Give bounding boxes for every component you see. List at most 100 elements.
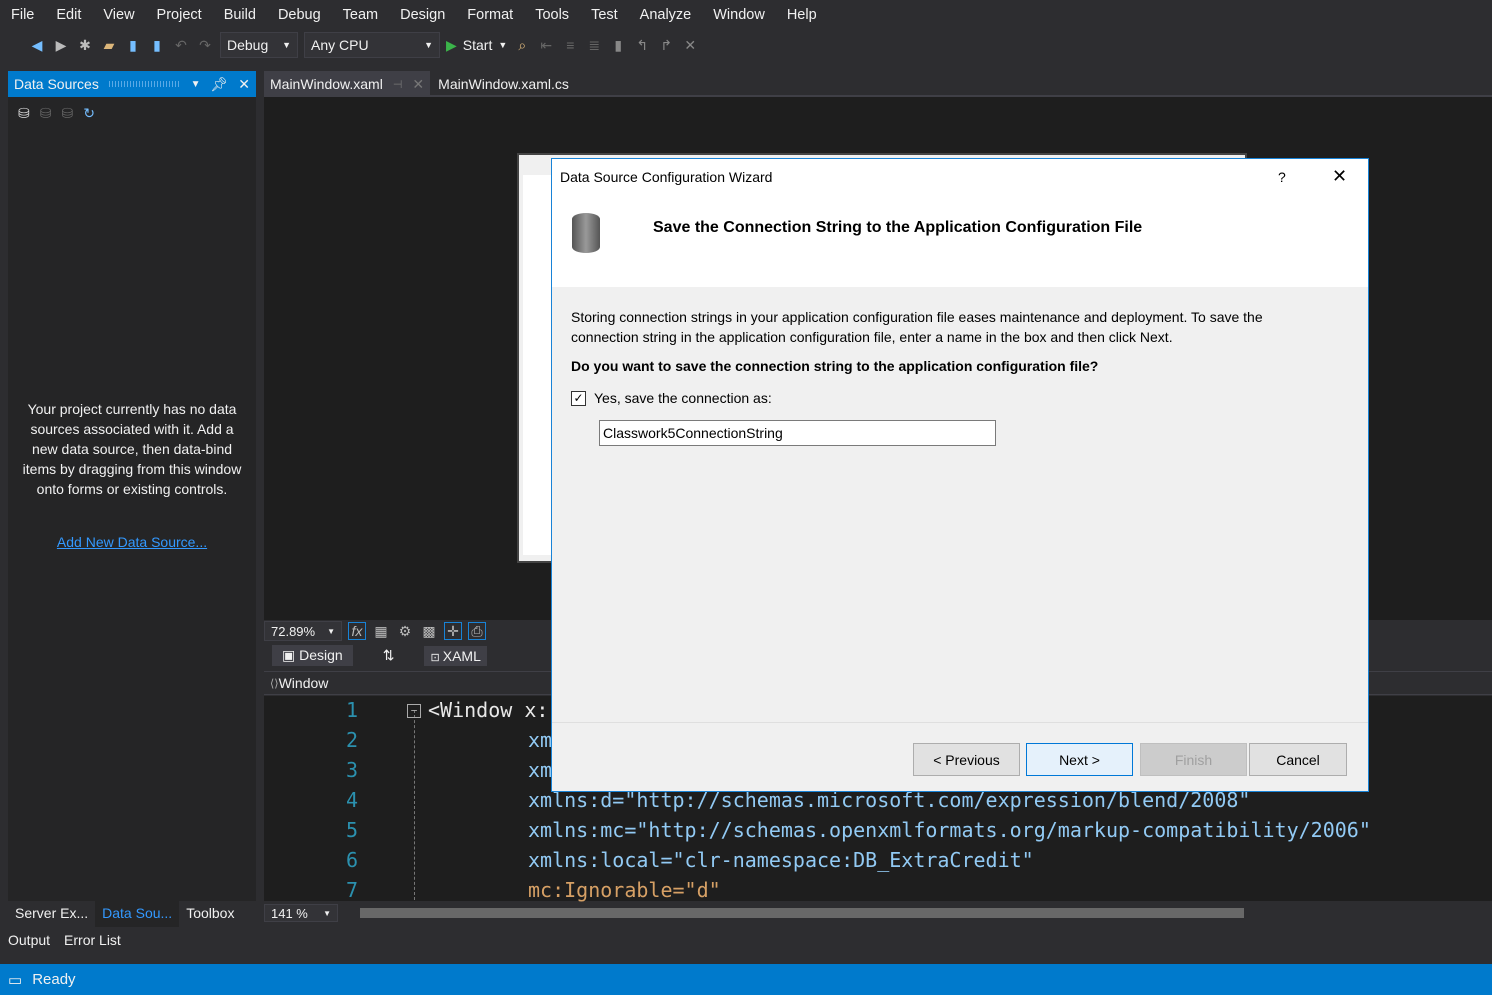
menu-tools[interactable]: Tools [524, 7, 580, 23]
tab-server-explorer[interactable]: Server Ex... [8, 901, 95, 927]
menu-team[interactable]: Team [332, 7, 389, 23]
tab-data-sources[interactable]: Data Sou... [95, 901, 180, 927]
redo-icon[interactable]: ↷ [196, 36, 214, 54]
menu-edit[interactable]: Edit [45, 7, 92, 23]
configure-icon[interactable]: ⛁ [61, 105, 73, 122]
empty-message: Your project currently has no data sourc… [22, 401, 242, 497]
menu-project[interactable]: Project [146, 7, 213, 23]
finish-button: Finish [1140, 743, 1247, 776]
config-dropdown[interactable]: Debug ▼ [220, 32, 298, 58]
prev-bookmark-icon[interactable]: ↰ [633, 36, 651, 54]
menu-test[interactable]: Test [580, 7, 629, 23]
data-sources-panel: Data Sources ▼ 📌︎ ✕ ⛁ ⛁ ⛁ ↻ Your project… [8, 71, 256, 901]
fx-icon[interactable]: fx [348, 622, 366, 640]
comment-icon[interactable]: ≣ [585, 36, 603, 54]
swap-panes-icon[interactable]: ⇅ [383, 647, 395, 664]
view-tabs: ▣ Design ⇅ ⊡ XAML [272, 645, 487, 666]
edit-dataset-icon[interactable]: ⛁ [40, 105, 52, 122]
line-number: 3 [345, 758, 358, 782]
menu-help[interactable]: Help [776, 7, 828, 23]
back-icon[interactable]: ◀ [28, 36, 46, 54]
dialog-header: Data Source Configuration Wizard ? ✕ Sav… [552, 159, 1368, 287]
close-icon[interactable]: ✕ [238, 76, 250, 93]
previous-button[interactable]: < Previous [913, 743, 1020, 776]
status-bar: ▭ Ready [0, 964, 1492, 995]
menu-debug[interactable]: Debug [267, 7, 332, 23]
editor-footer: 141 % ▼ [264, 903, 1492, 923]
menu-build[interactable]: Build [213, 7, 267, 23]
close-icon[interactable]: ✕ [412, 76, 424, 93]
menu-view[interactable]: View [92, 7, 145, 23]
save-icon[interactable]: ▮ [124, 36, 142, 54]
snap-lines-icon[interactable]: ✛ [444, 622, 462, 640]
designer-zoom-dropdown[interactable]: 72.89% ▼ [264, 621, 342, 641]
xaml-icon: ⊡ [430, 651, 443, 664]
editor-zoom-dropdown[interactable]: 141 % ▼ [264, 904, 338, 922]
chevron-down-icon: ▼ [327, 626, 335, 636]
horizontal-scrollbar[interactable] [360, 908, 1244, 918]
clear-bookmarks-icon[interactable]: ✕ [681, 36, 699, 54]
start-button[interactable]: ▶ Start ▼ [446, 37, 507, 54]
connection-name-input[interactable] [599, 420, 996, 446]
drag-grip[interactable] [108, 81, 181, 87]
forward-icon[interactable]: ▶ [52, 36, 70, 54]
open-file-icon[interactable]: ▰ [100, 36, 118, 54]
line-number: 1 [345, 698, 358, 722]
add-data-source-icon[interactable]: ⛁ [18, 105, 30, 122]
chevron-down-icon: ▼ [323, 908, 331, 918]
help-button[interactable]: ? [1278, 169, 1286, 185]
tab-mainwindow-xaml-cs[interactable]: MainWindow.xaml.cs [430, 76, 577, 92]
dialog-title: Data Source Configuration Wizard [560, 169, 773, 185]
menu-window[interactable]: Window [702, 7, 776, 23]
step-icon[interactable]: ⇤ [537, 36, 555, 54]
tab-xaml[interactable]: ⊡ XAML [424, 645, 487, 666]
indent-icon[interactable]: ≡ [561, 36, 579, 54]
close-icon[interactable]: ✕ [1332, 166, 1347, 187]
menu-analyze[interactable]: Analyze [629, 7, 703, 23]
cancel-button[interactable]: Cancel [1249, 743, 1347, 776]
artboard-icon[interactable]: ▩ [420, 622, 438, 640]
panel-tabs: Server Ex... Data Sou... Toolbox [8, 901, 256, 927]
outline-guide [414, 710, 415, 900]
design-icon: ▣ [282, 647, 300, 663]
tab-toolbox[interactable]: Toolbox [179, 901, 241, 927]
pin-icon[interactable]: 📌︎ [210, 76, 228, 93]
next-bookmark-icon[interactable]: ↱ [657, 36, 675, 54]
tab-design[interactable]: ▣ Design [272, 645, 353, 666]
chevron-down-icon: ▼ [498, 40, 508, 50]
platform-dropdown[interactable]: Any CPU ▼ [304, 32, 440, 58]
project-code-icon[interactable]: ⎙ [468, 622, 486, 640]
next-button[interactable]: Next > [1026, 743, 1133, 776]
save-connection-checkbox[interactable]: ✓ Yes, save the connection as: [571, 390, 772, 406]
panel-title: Data Sources [14, 76, 99, 92]
undo-icon[interactable]: ↶ [172, 36, 190, 54]
menu-file[interactable]: File [0, 7, 45, 23]
chevron-down-icon: ▼ [424, 40, 433, 50]
refresh-icon[interactable]: ↻ [83, 105, 95, 122]
start-label: Start [462, 37, 493, 53]
bookmark-icon[interactable]: ▮ [609, 36, 627, 54]
code-line: xm [528, 758, 553, 782]
tab-mainwindow-xaml[interactable]: MainWindow.xaml ⊣ ✕ [264, 71, 431, 97]
new-project-icon[interactable]: ✱ [76, 36, 94, 54]
dropdown-icon[interactable]: ▼ [191, 79, 201, 90]
find-icon[interactable]: ⌕ [513, 36, 531, 54]
panel-header: Data Sources ▼ 📌︎ ✕ [8, 71, 256, 97]
line-number: 4 [345, 788, 358, 812]
tab-error-list[interactable]: Error List [64, 932, 121, 948]
menu-format[interactable]: Format [456, 7, 524, 23]
tab-output[interactable]: Output [8, 932, 50, 948]
line-number: 5 [345, 818, 358, 842]
menu-design[interactable]: Design [389, 7, 456, 23]
config-value: Debug [227, 37, 269, 53]
add-new-data-source-link[interactable]: Add New Data Source... [8, 534, 256, 550]
snap-grid-icon[interactable]: ⚙ [396, 622, 414, 640]
pin-icon[interactable]: ⊣ [393, 78, 403, 91]
collapse-icon[interactable]: − [407, 704, 421, 718]
play-icon: ▶ [446, 36, 457, 53]
save-all-icon[interactable]: ▮ [148, 36, 166, 54]
line-number: 2 [345, 728, 358, 752]
grid-icon[interactable]: ▦ [372, 622, 390, 640]
checkbox-checked-icon[interactable]: ✓ [571, 390, 586, 406]
code-line: xm [528, 728, 553, 752]
